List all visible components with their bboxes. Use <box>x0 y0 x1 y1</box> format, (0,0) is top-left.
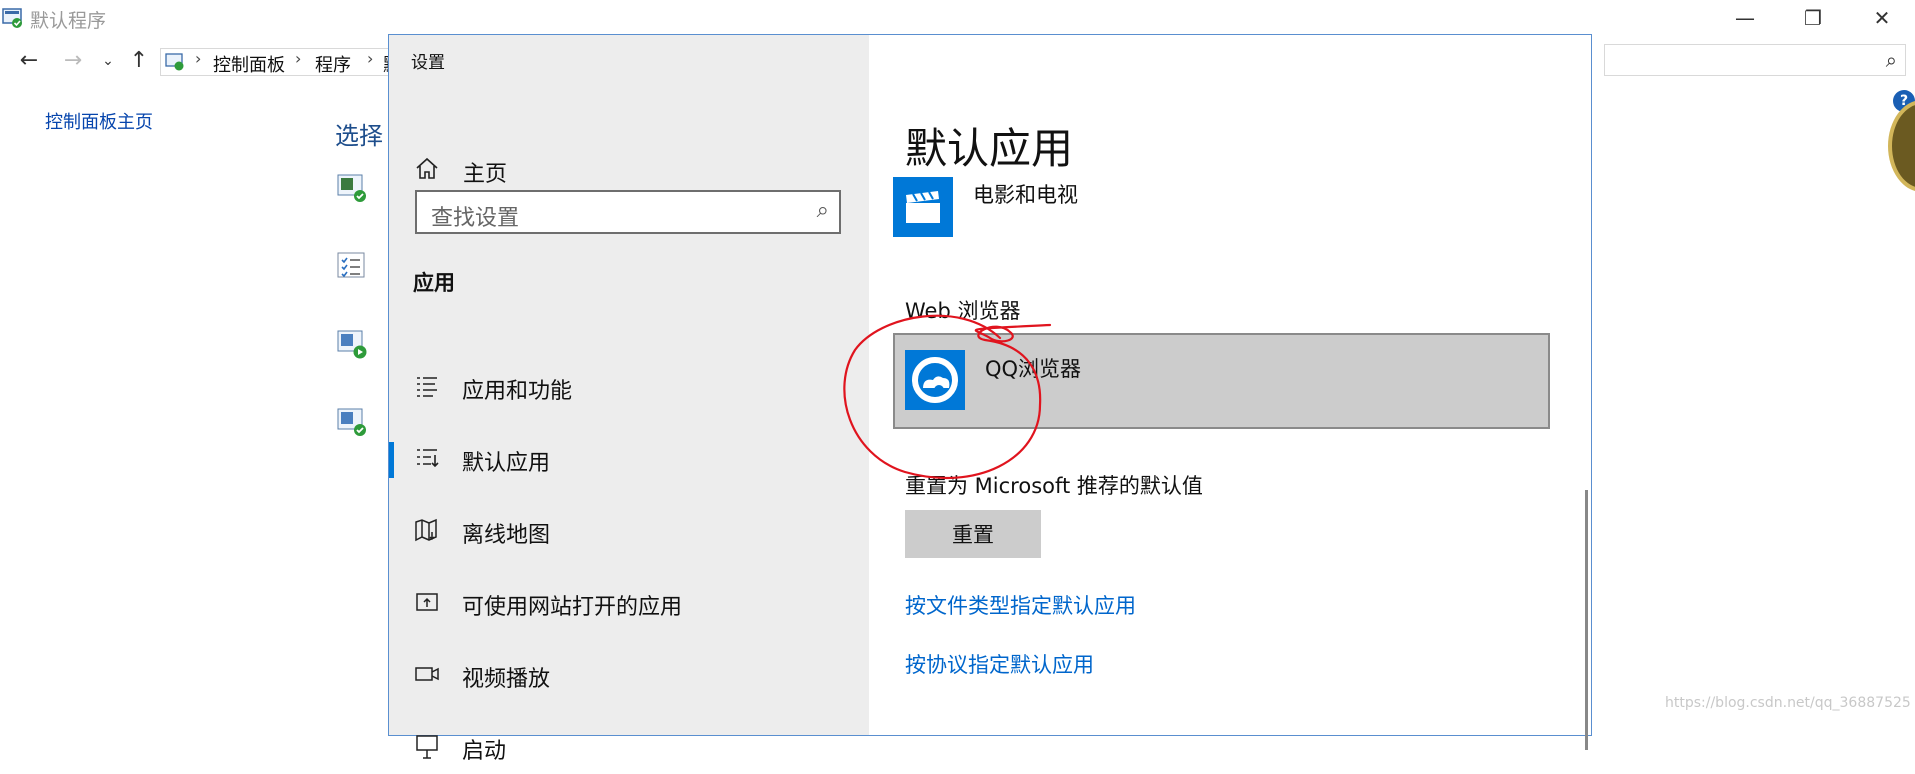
nav-label: 应用和功能 <box>462 379 573 404</box>
content-scrollbar[interactable] <box>1585 490 1588 750</box>
web-browser-app-name: QQ浏览器 <box>985 357 1082 381</box>
nav-item-apps-features[interactable]: 应用和功能 <box>389 360 869 414</box>
nav-label: 可使用网站打开的应用 <box>462 595 683 620</box>
default-programs-icon <box>2 8 22 28</box>
cp-close-button[interactable]: ✕ <box>1862 4 1902 32</box>
movies-tv-icon <box>906 191 940 223</box>
apps-for-websites-icon <box>416 593 438 611</box>
settings-nav-pane: 设置 主页 查找设置 ⌕ 应用 应用和功能 默认应用 离线地图 可使用网站打开的… <box>389 35 869 764</box>
file-associations-icon[interactable] <box>336 250 368 282</box>
cp-restore-button[interactable]: ❐ <box>1793 4 1833 32</box>
nav-label: 默认应用 <box>462 451 551 476</box>
nav-item-default-apps[interactable]: 默认应用 <box>389 432 869 486</box>
program-defaults-icon[interactable] <box>336 406 368 438</box>
apps-features-icon <box>417 377 437 397</box>
forward-arrow-icon[interactable]: → <box>58 44 88 78</box>
settings-content-pane: 默认应用 电影和电视 Web 浏览器 QQ浏览器 重置为 Microsoft 推… <box>869 35 1591 735</box>
breadcrumb-item-programs[interactable]: 程序 <box>315 51 351 77</box>
page-title: 默认应用 <box>905 124 1074 173</box>
address-bar[interactable]: › 控制面板 › 程序 › 默 <box>160 48 401 77</box>
breadcrumb-chevron-icon: › <box>195 49 202 68</box>
settings-window-title: 设置 <box>411 53 445 73</box>
breadcrumb-item-control-panel[interactable]: 控制面板 <box>213 51 285 77</box>
nav-item-home[interactable]: 主页 <box>389 143 869 197</box>
set-default-programs-icon[interactable] <box>336 172 368 204</box>
nav-label: 启动 <box>462 739 507 764</box>
recent-chevron-down-icon[interactable]: ⌄ <box>98 44 118 78</box>
link-by-file-type[interactable]: 按文件类型指定默认应用 <box>905 590 1136 620</box>
video-playback-icon <box>415 667 439 681</box>
search-placeholder: 查找设置 <box>431 206 520 231</box>
offline-maps-icon <box>415 518 437 542</box>
cp-minimize-button[interactable]: — <box>1725 4 1765 32</box>
nav-label: 离线地图 <box>462 523 551 548</box>
reset-label: 重置为 Microsoft 推荐的默认值 <box>905 474 1203 498</box>
video-player-app-name: 电影和电视 <box>973 183 1078 207</box>
search-icon: ⌕ <box>816 198 829 223</box>
cp-window-title: 默认程序 <box>30 10 107 32</box>
cp-titlebar: 默认程序 — ❐ ✕ <box>0 0 1915 36</box>
breadcrumb-chevron-icon: › <box>295 49 302 68</box>
default-apps-icon <box>417 449 439 468</box>
nav-item-apps-for-websites[interactable]: 可使用网站打开的应用 <box>389 576 869 630</box>
qq-browser-tile <box>905 350 965 410</box>
settings-search-input[interactable]: 查找设置 ⌕ <box>415 190 841 234</box>
startup-icon <box>416 735 438 759</box>
video-player-app-button[interactable] <box>893 177 953 237</box>
settings-window: 设置 主页 查找设置 ⌕ 应用 应用和功能 默认应用 离线地图 可使用网站打开的… <box>388 34 1592 764</box>
qq-browser-icon <box>912 357 958 403</box>
breadcrumb-chevron-icon: › <box>367 49 374 68</box>
nav-item-offline-maps[interactable]: 离线地图 <box>389 504 869 558</box>
watermark-text: https://blog.csdn.net/qq_36887525 <box>1665 695 1911 711</box>
web-browser-label: Web 浏览器 <box>905 299 1021 323</box>
back-arrow-icon[interactable]: ← <box>14 44 44 78</box>
nav-section-heading: 应用 <box>413 271 455 295</box>
up-arrow-icon[interactable]: ↑ <box>124 44 154 78</box>
nav-home-label: 主页 <box>463 162 508 187</box>
cp-choose-heading: 选择 <box>335 122 383 150</box>
nav-label: 视频播放 <box>462 667 551 692</box>
cp-home-link[interactable]: 控制面板主页 <box>45 108 153 134</box>
nav-item-startup[interactable]: 启动 <box>389 720 869 774</box>
reset-button[interactable]: 重置 <box>905 510 1041 558</box>
link-by-protocol[interactable]: 按协议指定默认应用 <box>905 649 1094 679</box>
web-browser-app-button[interactable]: QQ浏览器 <box>893 333 1550 429</box>
home-icon <box>416 157 438 179</box>
cp-search-input[interactable]: ⌕ <box>1604 44 1906 76</box>
control-panel-icon <box>165 53 184 71</box>
search-icon: ⌕ <box>1885 48 1897 72</box>
decorative-badge-icon <box>1888 100 1915 192</box>
nav-item-video-playback[interactable]: 视频播放 <box>389 648 869 702</box>
autoplay-icon[interactable] <box>336 328 368 360</box>
